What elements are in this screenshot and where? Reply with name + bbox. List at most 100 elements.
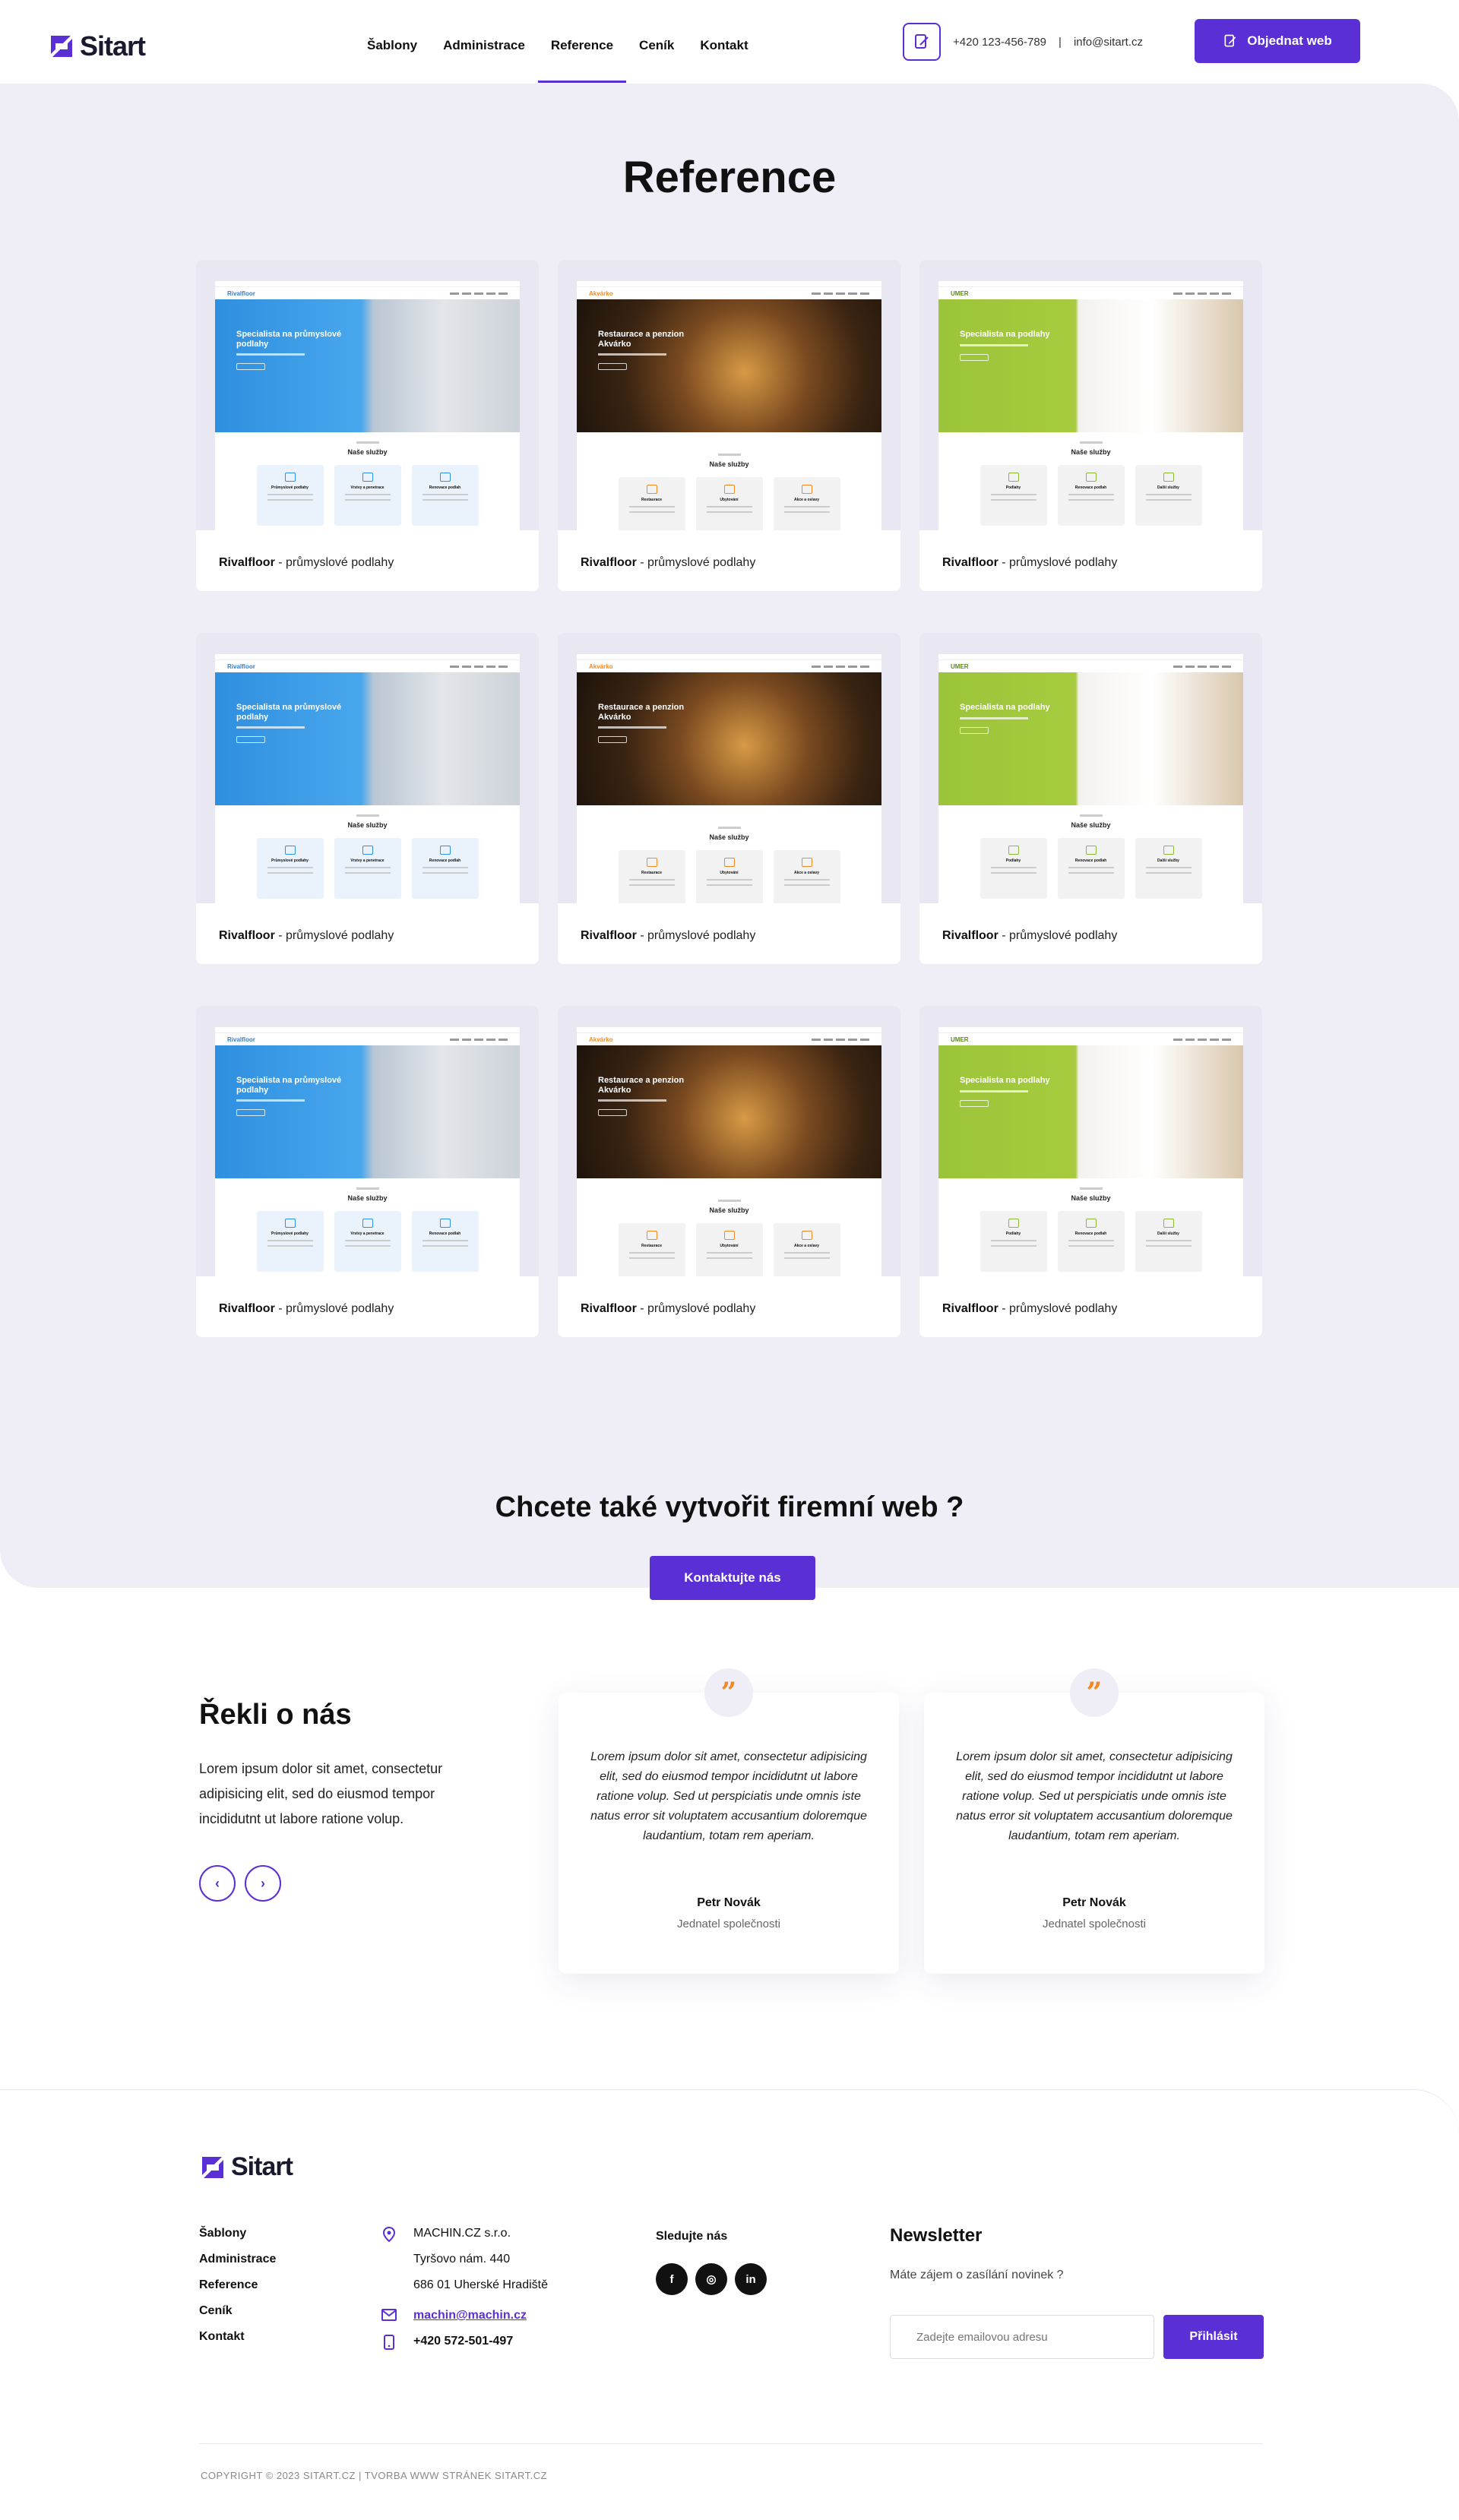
preview-services-title: Naše služby xyxy=(347,1194,388,1202)
footer-link-sablony[interactable]: Šablony xyxy=(199,2227,276,2240)
site-footer: Sitart Šablony Administrace Reference Ce… xyxy=(0,2089,1459,2505)
reference-card[interactable]: Rivalfloor Specialista na průmyslové pod… xyxy=(196,1006,539,1337)
footer-link-reference[interactable]: Reference xyxy=(199,2278,276,2292)
nav-administrace[interactable]: Administrace xyxy=(430,38,538,84)
preview-service: Další služby xyxy=(1157,485,1179,490)
reference-screenshot[interactable]: Akvárko Restaurace a penzion Akvárko Naš… xyxy=(558,633,900,903)
header-phone[interactable]: +420 123-456-789 xyxy=(953,36,1046,49)
preview-services-title: Naše služby xyxy=(1071,821,1111,829)
testimonial-role: Jednatel společnosti xyxy=(677,1918,780,1930)
preview-service: Renovace podlah xyxy=(429,858,461,863)
reference-screenshot[interactable]: UMER Specialista na podlahy Naše služby … xyxy=(919,633,1262,903)
preview-service: Průmyslové podlahy xyxy=(271,485,309,490)
preview-services-title: Naše služby xyxy=(709,460,749,468)
footer-links: Šablony Administrace Reference Ceník Kon… xyxy=(199,2227,276,2344)
newsletter-email-input[interactable] xyxy=(890,2315,1154,2359)
reference-caption: Rivalfloor - průmyslové podlahy xyxy=(581,929,755,943)
preview-hero-title: Specialista na průmyslové podlahy xyxy=(236,330,342,349)
testimonial-quote: Lorem ipsum dolor sit amet, consectetur … xyxy=(956,1750,1233,1842)
instagram-icon[interactable]: ◎ xyxy=(695,2263,727,2295)
reference-card[interactable]: UMER Specialista na podlahy Naše služby … xyxy=(919,260,1262,591)
preview-hero-title: Restaurace a penzion Akvárko xyxy=(598,703,685,722)
header-email[interactable]: info@sitart.cz xyxy=(1074,36,1143,49)
preview-hero-title: Specialista na podlahy xyxy=(960,1076,1050,1085)
footer-logo[interactable]: Sitart xyxy=(199,2152,293,2182)
phone-icon xyxy=(381,2335,397,2350)
preview-hero-title: Specialista na podlahy xyxy=(960,703,1050,712)
preview-service: Akce a oslavy xyxy=(793,498,820,502)
preview-service: Ubytování xyxy=(720,871,739,875)
reference-card[interactable]: UMER Specialista na podlahy Naše služby … xyxy=(919,1006,1262,1337)
edit-icon[interactable] xyxy=(903,23,941,61)
newsletter-title: Newsletter xyxy=(890,2225,983,2246)
reference-screenshot[interactable]: Rivalfloor Specialista na průmyslové pod… xyxy=(196,1006,539,1276)
logo-icon xyxy=(51,36,72,57)
logo-icon xyxy=(202,2156,223,2178)
preview-logo: Rivalfloor xyxy=(227,662,255,670)
reference-card[interactable]: Akvárko Restaurace a penzion Akvárko Naš… xyxy=(558,633,900,964)
reference-name: Rivalfloor xyxy=(581,556,637,569)
preview-services-title: Naše služby xyxy=(1071,1194,1111,1202)
order-web-button[interactable]: Objednat web xyxy=(1195,19,1360,63)
preview-logo: Akvárko xyxy=(589,1036,613,1043)
facebook-icon[interactable]: f xyxy=(656,2263,688,2295)
preview-hero: Specialista na průmyslové podlahy xyxy=(215,299,520,432)
footer-link-administrace[interactable]: Administrace xyxy=(199,2253,276,2266)
website-preview: UMER Specialista na podlahy Naše služby … xyxy=(938,1027,1243,1276)
reference-card[interactable]: Rivalfloor Specialista na průmyslové pod… xyxy=(196,260,539,591)
testimonial-quote: Lorem ipsum dolor sit amet, consectetur … xyxy=(590,1750,867,1842)
reference-caption: Rivalfloor - průmyslové podlahy xyxy=(942,556,1117,570)
edit-icon xyxy=(1224,34,1236,47)
website-preview: Akvárko Restaurace a penzion Akvárko Naš… xyxy=(577,1027,881,1276)
testimonials-title: Řekli o nás xyxy=(199,1699,352,1731)
preview-service: Podlahy xyxy=(1005,1232,1021,1236)
reference-screenshot[interactable]: Rivalfloor Specialista na průmyslové pod… xyxy=(196,260,539,530)
preview-service: Renovace podlah xyxy=(429,485,461,490)
nav-cenik[interactable]: Ceník xyxy=(626,38,687,84)
preview-hero: Specialista na průmyslové podlahy xyxy=(215,1045,520,1178)
reference-screenshot[interactable]: UMER Specialista na podlahy Naše služby … xyxy=(919,1006,1262,1276)
chevron-left-icon[interactable]: ‹ xyxy=(199,1865,236,1902)
reference-caption: Rivalfloor - průmyslové podlahy xyxy=(219,929,394,943)
footer-email[interactable]: machin@machin.cz xyxy=(413,2309,527,2322)
preview-service: Průmyslové podlahy xyxy=(271,1232,309,1236)
preview-services-title: Naše služby xyxy=(709,833,749,841)
reference-name: Rivalfloor xyxy=(219,929,275,942)
nav-reference[interactable]: Reference xyxy=(537,38,627,84)
page-title: Reference xyxy=(622,153,837,202)
social-links: f ◎ in xyxy=(656,2263,767,2295)
reference-desc: - průmyslové podlahy xyxy=(998,929,1118,942)
reference-card[interactable]: UMER Specialista na podlahy Naše služby … xyxy=(919,633,1262,964)
nav-sablony[interactable]: Šablony xyxy=(354,38,430,84)
footer-link-kontakt[interactable]: Kontakt xyxy=(199,2330,276,2344)
logo[interactable]: Sitart xyxy=(48,30,146,62)
nav-kontakt[interactable]: Kontakt xyxy=(687,38,761,84)
preview-service: Další služby xyxy=(1157,1232,1179,1236)
reference-screenshot[interactable]: Akvárko Restaurace a penzion Akvárko Naš… xyxy=(558,1006,900,1276)
preview-service: Podlahy xyxy=(1005,485,1021,490)
footer-phone[interactable]: +420 572-501-497 xyxy=(413,2335,513,2348)
reference-screenshot[interactable]: Akvárko Restaurace a penzion Akvárko Naš… xyxy=(558,260,900,530)
preview-hero: Specialista na podlahy xyxy=(938,1045,1243,1178)
preview-hero-title: Restaurace a penzion Akvárko xyxy=(598,330,685,349)
chevron-right-icon[interactable]: › xyxy=(245,1865,281,1902)
newsletter-subtitle: Máte zájem o zasílání novinek ? xyxy=(890,2269,1064,2281)
reference-screenshot[interactable]: Rivalfloor Specialista na průmyslové pod… xyxy=(196,633,539,903)
reference-screenshot[interactable]: UMER Specialista na podlahy Naše služby … xyxy=(919,260,1262,530)
newsletter-subscribe-button[interactable]: Přihlásit xyxy=(1163,2315,1264,2359)
reference-caption: Rivalfloor - průmyslové podlahy xyxy=(219,556,394,570)
reference-card[interactable]: Rivalfloor Specialista na průmyslové pod… xyxy=(196,633,539,964)
preview-service: Akce a oslavy xyxy=(793,871,820,875)
testimonial-card: ” Lorem ipsum dolor sit amet, consectetu… xyxy=(559,1668,899,1974)
reference-card[interactable]: Akvárko Restaurace a penzion Akvárko Naš… xyxy=(558,1006,900,1337)
reference-card[interactable]: Akvárko Restaurace a penzion Akvárko Naš… xyxy=(558,260,900,591)
footer-link-cenik[interactable]: Ceník xyxy=(199,2304,276,2318)
company-city: 686 01 Uherské Hradiště xyxy=(413,2278,548,2291)
preview-services-title: Naše služby xyxy=(709,1206,749,1214)
preview-hero: Specialista na průmyslové podlahy xyxy=(215,672,520,805)
reference-section: Reference Rivalfloor Specialista na prům… xyxy=(0,84,1459,1600)
linkedin-icon[interactable]: in xyxy=(735,2263,767,2295)
footer-logo-text: Sitart xyxy=(231,2152,293,2181)
preview-service: Vrstvy a penetrace xyxy=(350,485,385,490)
preview-services-title: Naše služby xyxy=(347,448,388,456)
